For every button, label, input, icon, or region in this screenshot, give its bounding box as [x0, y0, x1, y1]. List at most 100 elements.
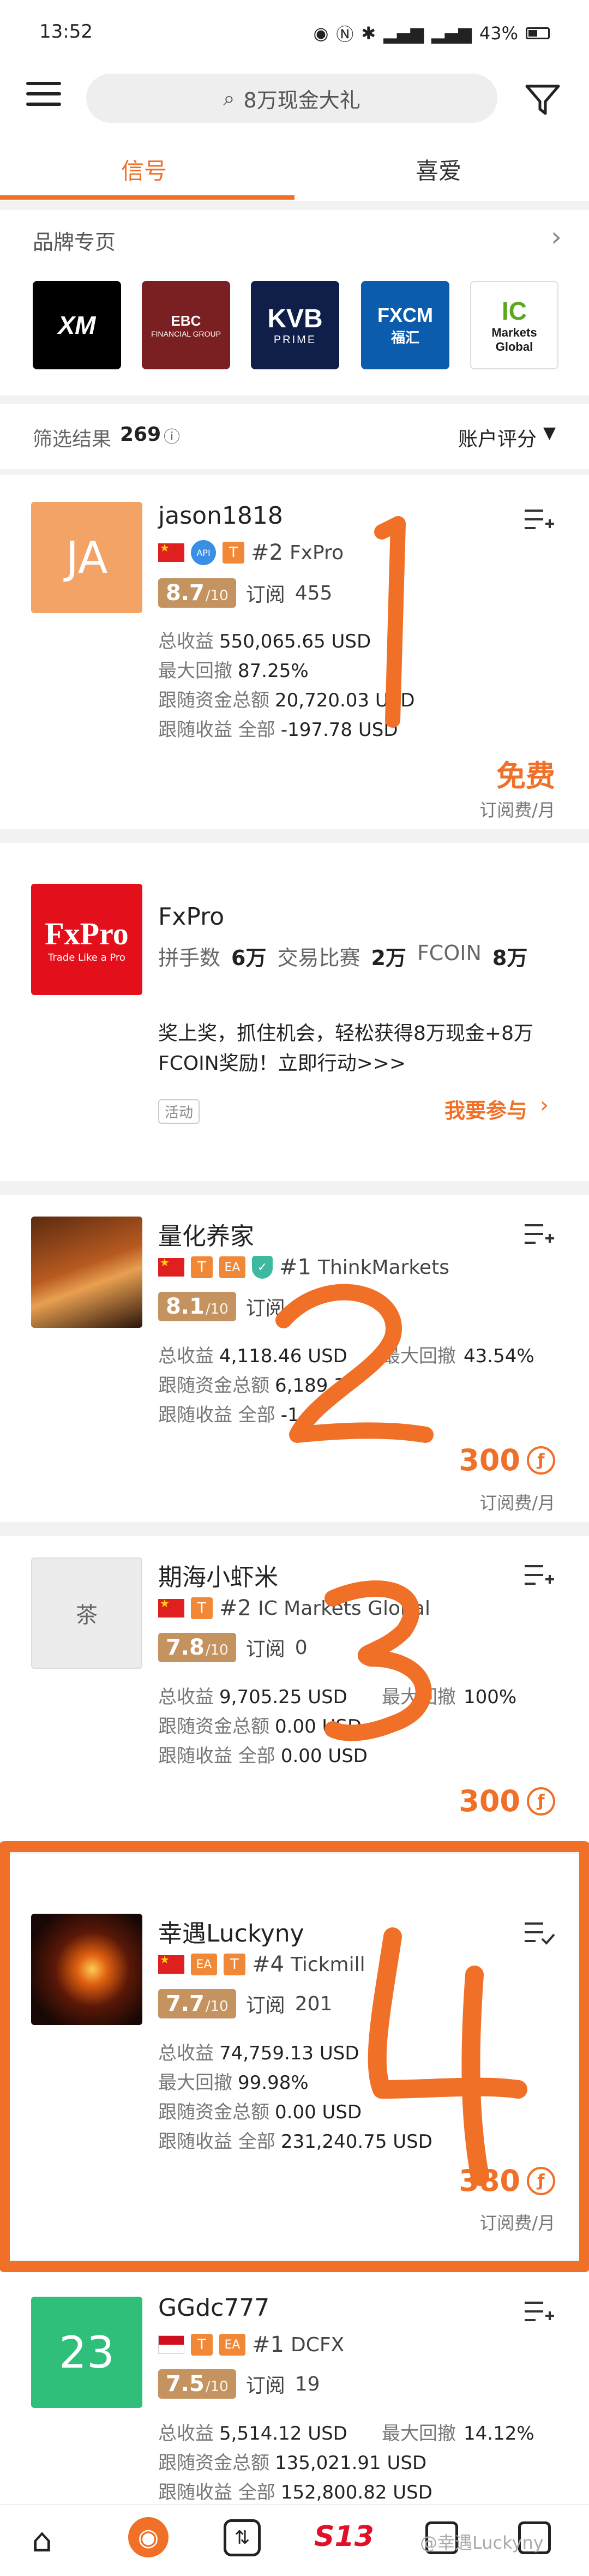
- screen: { "status_bar": {"time": "13:52", "batte…: [0, 0, 589, 2576]
- trader-name[interactable]: GGdc777: [158, 2294, 269, 2322]
- status-bar: 13:52 ◉ Ⓝ ✱ ▂▄▆ ▂▄▆ 43%: [0, 0, 589, 65]
- trader-name[interactable]: jason1818: [158, 502, 283, 530]
- broker-name: ThinkMarkets: [317, 1256, 449, 1279]
- stat-row: 总收益 5,514.12 USD: [158, 2418, 347, 2445]
- caret-down-icon[interactable]: ▼: [543, 423, 556, 442]
- flag-cn-icon: [158, 541, 184, 562]
- stat-row: 总收益 9,705.25 USD: [158, 1682, 347, 1709]
- trader-badges: EA T #4 Tickmill: [158, 1952, 365, 1977]
- s13-logo-icon[interactable]: S13: [314, 2520, 374, 2553]
- subs-count: 455: [294, 582, 333, 604]
- brand-sub: FINANCIAL GROUP: [151, 329, 221, 338]
- subs-count: 0: [294, 1636, 308, 1659]
- home-icon[interactable]: ⌂: [32, 2521, 52, 2560]
- chevron-right-circle-icon[interactable]: ›: [540, 1093, 549, 1118]
- chevron-right-icon[interactable]: ›: [551, 221, 562, 253]
- stat-row: 总收益 4,118.46 USD: [158, 1341, 347, 1368]
- signal-card[interactable]: JA jason1818 API T #2 FxPro 8.7/10 订阅 45…: [0, 475, 589, 829]
- stat-label: 最大回撤: [382, 2423, 456, 2445]
- info-icon[interactable]: ⓘ: [164, 423, 180, 447]
- score-badge: 8.7/10: [158, 578, 236, 608]
- signal-feed-icon[interactable]: ◉: [128, 2517, 169, 2557]
- stat-label: 跟随资金总额: [158, 1716, 269, 1738]
- signal-card[interactable]: 量化养家 T EA ✓ #1 ThinkMarkets 8.1/10 订阅 4 …: [0, 1195, 589, 1522]
- watermark: @幸遇Luckyny: [420, 2532, 544, 2553]
- tab-signal[interactable]: 信号: [121, 153, 167, 186]
- add-to-list-icon[interactable]: [522, 2298, 555, 2326]
- score-badge: 8.1/10: [158, 1292, 236, 1321]
- price[interactable]: 免费: [496, 752, 555, 795]
- signal-card[interactable]: 23 GGdc777 T EA #1 DCFX 7.5/10 订阅 19 总收益…: [0, 2272, 589, 2512]
- logo-subtext: Trade Like a Pro: [48, 952, 125, 963]
- filter-count: 269: [120, 423, 161, 446]
- signal-card[interactable]: 幸遇Luckyny EA T #4 Tickmill 7.7/10 订阅 201…: [0, 1854, 589, 2260]
- fxpro-logo: FxPro Trade Like a Pro: [31, 884, 142, 995]
- stat-row: 最大回撤 87.25%: [158, 656, 309, 682]
- rank: #2: [219, 1596, 251, 1621]
- score-max: /10: [205, 2379, 229, 2395]
- stat-row: 总收益 550,065.65 USD: [158, 626, 371, 653]
- tab-favorites[interactable]: 喜爱: [416, 153, 461, 186]
- stat-value: 135,021.91 USD: [275, 2452, 427, 2474]
- stat-value: 74,759.13 USD: [219, 2042, 359, 2064]
- score-max: /10: [205, 588, 229, 604]
- brand-logo-fxcm[interactable]: FXCM 福汇: [361, 281, 449, 369]
- price-unit: 订阅费/月: [479, 2213, 555, 2233]
- join-button[interactable]: 我要参与: [444, 1094, 527, 1124]
- brand-logo-ic[interactable]: IC Markets Global: [470, 281, 558, 369]
- trader-badges: T #2 IC Markets Global: [158, 1596, 430, 1621]
- fcoin-icon: ƒ: [527, 1787, 555, 1816]
- flag-cn-icon: [158, 1953, 184, 1974]
- menu-icon[interactable]: [26, 82, 61, 115]
- trader-name[interactable]: 量化养家: [158, 1217, 254, 1251]
- stat-row: 跟随收益 全部 231,240.75 USD: [158, 2126, 432, 2153]
- stat-row: 跟随资金总额 20,720.03 USD: [158, 685, 415, 712]
- flag-id-icon: [158, 2335, 184, 2354]
- brand-logo-kvb[interactable]: KVB PRIME: [251, 281, 339, 369]
- filter-icon[interactable]: [524, 81, 562, 119]
- fcoin-icon: ƒ: [527, 1446, 555, 1475]
- trader-name[interactable]: 期海小虾米: [158, 1557, 278, 1592]
- add-to-list-icon[interactable]: [522, 506, 555, 534]
- promo-title: FxPro: [158, 903, 225, 931]
- flag-cn-icon: [158, 1256, 184, 1277]
- stat-value: 20,720.03 USD: [275, 690, 415, 711]
- score-row: 7.8/10 订阅 0: [158, 1633, 308, 1662]
- brand-name: IC: [502, 297, 527, 325]
- signal-card[interactable]: 茶 期海小虾米 T #2 IC Markets Global 7.8/10 订阅…: [0, 1536, 589, 1841]
- trader-name[interactable]: 幸遇Luckyny: [158, 1914, 304, 1949]
- trade-icon[interactable]: ⇅: [224, 2519, 261, 2556]
- stat-label: 总收益: [158, 2042, 214, 2064]
- broker-name: FxPro: [289, 541, 344, 564]
- brand-logo-ebc[interactable]: EBC FINANCIAL GROUP: [142, 281, 230, 369]
- search-bar[interactable]: ⌕ 8万现金大礼: [86, 74, 497, 123]
- brand-logo-xm[interactable]: XM: [33, 281, 121, 369]
- promo-desc-2: FCOIN奖励！立即行动>>>: [158, 1052, 406, 1075]
- price[interactable]: 300 ƒ: [459, 1443, 555, 1477]
- broker-name: DCFX: [290, 2333, 345, 2356]
- sort-dropdown[interactable]: 账户评分: [458, 423, 537, 452]
- stat-value: -1: [280, 1404, 299, 1426]
- promo-card[interactable]: FxPro Trade Like a Pro FxPro 拼手数 6万 交易比赛 2…: [0, 843, 589, 1181]
- brand-section-title: 品牌专页: [33, 230, 116, 254]
- price[interactable]: 300 ƒ: [459, 1784, 555, 1818]
- tab-bar: 信号 喜爱: [0, 143, 589, 202]
- trader-badges: API T #2 FxPro: [158, 540, 344, 565]
- price[interactable]: 380 ƒ: [459, 2164, 555, 2198]
- broker-name: Tickmill: [290, 1953, 365, 1976]
- stat-label: 最大回撤: [158, 660, 232, 682]
- brand-sub: 福汇: [390, 329, 419, 346]
- add-to-list-icon[interactable]: [522, 1221, 555, 1248]
- tag-t-icon: T: [191, 1597, 213, 1619]
- metric-value: 8万: [492, 946, 528, 970]
- status-time: 13:52: [39, 21, 93, 43]
- stat-value: 87.25%: [238, 660, 309, 682]
- brand-sub: Markets Global: [491, 326, 537, 354]
- status-icons: ◉ Ⓝ ✱ ▂▄▆ ▂▄▆ 43%: [313, 21, 550, 46]
- added-to-list-icon[interactable]: [522, 1919, 555, 1946]
- stat-label: 跟随收益 全部: [158, 2131, 275, 2153]
- subs-label: 订阅: [245, 1638, 285, 1661]
- rank: #4: [252, 1952, 284, 1977]
- add-to-list-icon[interactable]: [522, 1562, 555, 1589]
- search-icon: ⌕: [223, 86, 235, 110]
